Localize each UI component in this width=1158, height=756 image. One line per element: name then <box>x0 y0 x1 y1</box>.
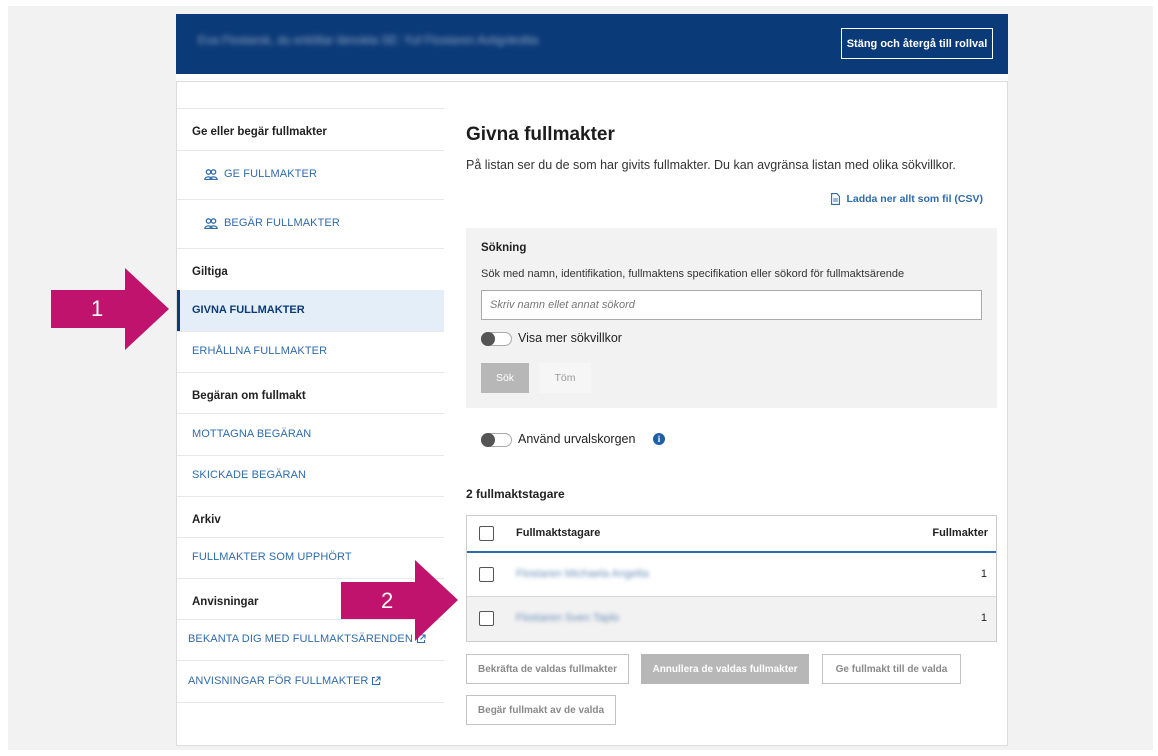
row-count: 1 <box>980 612 987 624</box>
results-table: Fullmaktstagare Fullmakter Flostaren Mic… <box>466 515 997 642</box>
sidebar-item-begar-fullmakter[interactable]: BEGÄR FULLMAKTER <box>204 217 340 229</box>
row-name[interactable]: Flostaren Michaela Angelta <box>516 568 649 580</box>
column-header-count: Fullmakter <box>932 527 988 539</box>
divider <box>177 496 444 497</box>
divider <box>177 150 444 151</box>
sidebar-item-erhallna-fullmakter[interactable]: ERHÅLLNA FULLMAKTER <box>192 345 327 357</box>
divider <box>177 537 444 538</box>
content-panel: Ge eller begär fullmakter GE FULLMAKTER … <box>176 81 1008 746</box>
sidebar-item-fullmakter-som-upphort[interactable]: FULLMAKTER SOM UPPHÖRT <box>192 551 352 563</box>
divider <box>177 660 444 661</box>
divider <box>177 702 444 703</box>
confirm-selected-button[interactable]: Bekräfta de valdas fullmakter <box>466 654 629 684</box>
select-all-checkbox[interactable] <box>479 526 494 541</box>
page-title: Givna fullmakter <box>466 124 615 145</box>
more-criteria-label: Visa mer sökvillkor <box>518 331 622 345</box>
people-icon <box>204 217 218 229</box>
sidebar-item-mottagna-begaran[interactable]: MOTTAGNA BEGÄRAN <box>192 428 311 440</box>
callout-number-2: 2 <box>381 588 394 613</box>
search-title: Sökning <box>481 242 527 254</box>
external-link-icon <box>372 676 382 686</box>
row-name[interactable]: Flostaren Sven Taplo <box>516 612 619 624</box>
application-window: Eva Flostarsk, du ertiöllar lämokla SE: … <box>176 14 1008 746</box>
sidebar-section-guides: Anvisningar <box>192 596 259 608</box>
sidebar-item-label: BEGÄR FULLMAKTER <box>224 217 340 229</box>
sidebar-item-label: GE FULLMAKTER <box>224 168 317 180</box>
close-and-return-button[interactable]: Stäng och återgå till rollval <box>841 28 993 59</box>
sidebar-section-valid: Giltiga <box>192 266 228 278</box>
search-button[interactable]: Sök <box>481 363 529 393</box>
search-panel: Sökning Sök med namn, identifikation, fu… <box>466 228 997 408</box>
more-criteria-toggle[interactable] <box>481 332 512 346</box>
sidebar-item-skickade-begaran[interactable]: SKICKADE BEGÄRAN <box>192 469 306 481</box>
sidebar-item-anvisningar[interactable]: ANVISNINGAR FÖR FULLMAKTER <box>188 675 382 687</box>
divider <box>177 199 444 200</box>
sidebar-item-label: GIVNA FULLMAKTER <box>192 304 305 316</box>
arrow-right-icon <box>51 268 169 350</box>
row-count: 1 <box>980 568 987 580</box>
callout-number-1: 1 <box>91 296 104 321</box>
people-icon <box>204 168 218 180</box>
cancel-selected-button[interactable]: Annullera de valdas fullmakter <box>641 654 809 684</box>
download-csv-label: Ladda ner allt som fil (CSV) <box>846 193 983 205</box>
arrow-right-icon <box>341 560 458 641</box>
divider <box>177 413 444 414</box>
give-to-selected-button[interactable]: Ge fullmakt till de valda <box>822 654 961 684</box>
sidebar-item-givna-fullmakter[interactable]: GIVNA FULLMAKTER <box>177 290 444 331</box>
download-csv-link[interactable]: Ladda ner allt som fil (CSV) <box>831 193 983 205</box>
column-header-name: Fullmaktstagare <box>516 527 601 539</box>
divider <box>177 331 444 332</box>
table-row[interactable]: Flostaren Sven Taplo 1 <box>467 597 996 641</box>
document-icon <box>831 193 841 205</box>
divider <box>177 372 444 373</box>
table-header-row: Fullmaktstagare Fullmakter <box>467 516 996 553</box>
intro-text: På listan ser du de som har givits fullm… <box>466 158 956 172</box>
search-input[interactable] <box>481 290 982 320</box>
row-checkbox[interactable] <box>479 611 494 626</box>
sidebar-section-give-request: Ge eller begär fullmakter <box>192 126 327 138</box>
info-icon[interactable]: i <box>653 433 665 445</box>
callout-arrow-1: 1 <box>51 268 169 350</box>
selection-basket-label: Använd urvalskorgen <box>518 432 636 446</box>
user-role-text: Eva Flostarsk, du ertiöllar lämokla SE: … <box>198 33 539 47</box>
result-count: 2 fullmaktstagare <box>466 487 565 501</box>
divider <box>177 248 444 249</box>
divider <box>177 108 444 109</box>
search-description: Sök med namn, identifikation, fullmakten… <box>481 268 905 280</box>
sidebar-section-archive: Arkiv <box>192 514 221 526</box>
selection-basket-toggle[interactable] <box>481 433 512 447</box>
clear-button[interactable]: Töm <box>539 363 591 393</box>
callout-arrow-2: 2 <box>341 560 458 641</box>
sidebar-section-requests: Begäran om fullmakt <box>192 390 306 402</box>
row-checkbox[interactable] <box>479 567 494 582</box>
request-from-selected-button[interactable]: Begär fullmakt av de valda <box>466 695 616 725</box>
sidebar-item-ge-fullmakter[interactable]: GE FULLMAKTER <box>204 168 317 180</box>
table-row[interactable]: Flostaren Michaela Angelta 1 <box>467 553 996 597</box>
sidebar-item-label: ANVISNINGAR FÖR FULLMAKTER <box>188 675 369 687</box>
divider <box>177 455 444 456</box>
top-bar: Eva Flostarsk, du ertiöllar lämokla SE: … <box>176 14 1008 74</box>
